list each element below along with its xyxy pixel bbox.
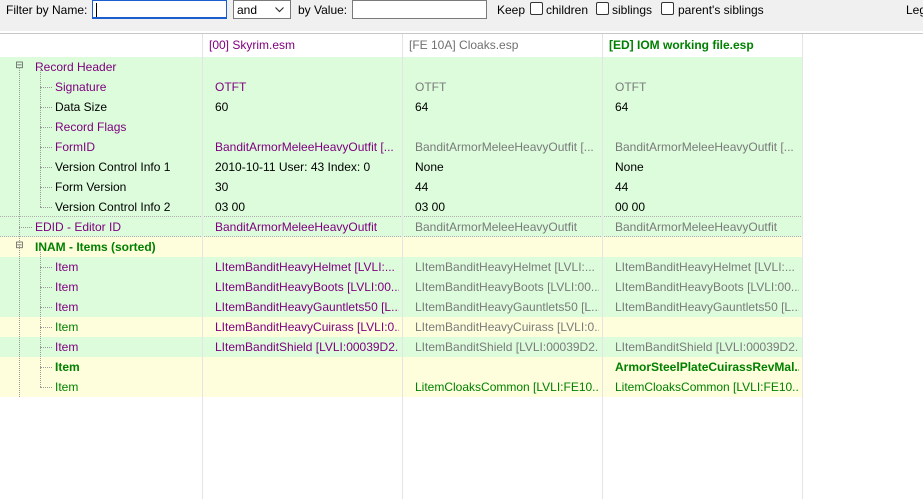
keep-parents-siblings-label[interactable]: parent's siblings bbox=[678, 2, 764, 18]
value-cell[interactable]: OTFT bbox=[615, 77, 799, 97]
value-cell[interactable]: LItemBanditHeavyBoots [LVLI:00... bbox=[615, 277, 799, 297]
tree-connector bbox=[40, 367, 52, 368]
tree-connector bbox=[40, 127, 52, 128]
value-cell[interactable]: LItemBanditHeavyGauntlets50 [L... bbox=[615, 297, 799, 317]
filter-operator-select[interactable]: and bbox=[233, 0, 291, 19]
tree-connector bbox=[40, 167, 52, 168]
value-cell[interactable]: OTFT bbox=[415, 77, 599, 97]
column-header-iom[interactable]: [ED] IOM working file.esp bbox=[609, 34, 754, 57]
chevron-down-icon bbox=[275, 7, 284, 13]
column-divider bbox=[202, 34, 203, 499]
row-label: Record Flags bbox=[55, 120, 127, 134]
tree-connector bbox=[19, 67, 20, 397]
value-cell[interactable]: LItemBanditHeavyCuirass [LVLI:0... bbox=[415, 317, 599, 337]
value-cell[interactable]: LItemBanditHeavyGauntlets50 [L... bbox=[215, 297, 399, 317]
tree-connector bbox=[40, 67, 41, 207]
value-cell[interactable]: 00 00 bbox=[615, 197, 799, 217]
keep-label: Keep bbox=[497, 3, 526, 17]
value-cell[interactable]: 60 bbox=[215, 97, 399, 117]
tree-connector bbox=[40, 147, 52, 148]
value-cell[interactable]: None bbox=[615, 157, 799, 177]
value-cell[interactable]: LItemBanditHeavyGauntlets50 [L... bbox=[415, 297, 599, 317]
value-cell[interactable]: LItemBanditHeavyHelmet [LVLI:... bbox=[415, 257, 599, 277]
value-cell[interactable]: 30 bbox=[215, 177, 399, 197]
legend-button-label[interactable]: Leg bbox=[906, 2, 923, 18]
value-cell[interactable]: BanditArmorMeleeHeavyOutfit bbox=[215, 217, 399, 237]
value-cell[interactable]: 03 00 bbox=[415, 197, 599, 217]
value-cell[interactable]: LItemBanditShield [LVLI:00039D2... bbox=[615, 337, 799, 357]
value-cell[interactable]: LItemBanditShield [LVLI:00039D2... bbox=[415, 337, 599, 357]
tree-connector bbox=[40, 187, 52, 188]
value-cell[interactable]: None bbox=[415, 157, 599, 177]
value-cell[interactable]: BanditArmorMeleeHeavyOutfit bbox=[415, 217, 599, 237]
row-label: EDID - Editor ID bbox=[35, 220, 122, 234]
filter-by-value-label: by Value: bbox=[298, 3, 348, 17]
value-cell[interactable]: BanditArmorMeleeHeavyOutfit [... bbox=[215, 137, 399, 157]
tree-connector bbox=[40, 327, 52, 328]
value-cell[interactable]: BanditArmorMeleeHeavyOutfit [... bbox=[615, 137, 799, 157]
record-view-grid[interactable]: [00] Skyrim.esm [FE 10A] Cloaks.esp [ED]… bbox=[0, 33, 923, 499]
tree-connector bbox=[40, 287, 52, 288]
value-cell[interactable]: OTFT bbox=[215, 77, 399, 97]
row-label: Item bbox=[55, 380, 79, 394]
keep-siblings-checkbox[interactable] bbox=[596, 2, 609, 15]
column-divider bbox=[802, 34, 803, 499]
keep-siblings-label[interactable]: siblings bbox=[612, 2, 652, 18]
value-cell[interactable]: LitemCloaksCommon [LVLI:FE10... bbox=[415, 377, 599, 397]
value-cell[interactable]: BanditArmorMeleeHeavyOutfit [... bbox=[415, 137, 599, 157]
tree-connector bbox=[40, 347, 52, 348]
column-header-cloaks[interactable]: [FE 10A] Cloaks.esp bbox=[409, 34, 518, 57]
tree-connector bbox=[40, 247, 41, 387]
tree-connector bbox=[40, 307, 52, 308]
value-cell[interactable]: LitemCloaksCommon [LVLI:FE10... bbox=[615, 377, 799, 397]
row-label: INAM - Items (sorted) bbox=[35, 240, 156, 254]
tree-connector bbox=[40, 267, 52, 268]
value-cell[interactable]: BanditArmorMeleeHeavyOutfit bbox=[615, 217, 799, 237]
value-cell[interactable]: LItemBanditShield [LVLI:00039D2... bbox=[215, 337, 399, 357]
tree-connector bbox=[40, 207, 52, 208]
value-cell[interactable]: 03 00 bbox=[215, 197, 399, 217]
value-cell[interactable]: 64 bbox=[415, 97, 599, 117]
tree-connector bbox=[19, 227, 32, 228]
row-label: Record Header bbox=[35, 60, 117, 74]
value-cell[interactable]: ArmorSteelPlateCuirassRevMal... bbox=[615, 357, 799, 377]
tree-connector bbox=[40, 107, 52, 108]
value-cell[interactable]: LItemBanditHeavyBoots [LVLI:00... bbox=[415, 277, 599, 297]
value-cell[interactable]: LItemBanditHeavyBoots [LVLI:00... bbox=[215, 277, 399, 297]
keep-children-label[interactable]: children bbox=[546, 2, 588, 18]
value-cell[interactable]: 44 bbox=[415, 177, 599, 197]
column-header-skyrim[interactable]: [00] Skyrim.esm bbox=[209, 34, 295, 57]
keep-parents-siblings-checkbox[interactable] bbox=[661, 2, 674, 15]
text-caret bbox=[96, 3, 97, 17]
value-cell[interactable]: 2010-10-11 User: 43 Index: 0 bbox=[215, 157, 399, 177]
filter-operator-value: and bbox=[237, 3, 258, 17]
filter-value-input[interactable] bbox=[352, 0, 487, 19]
column-divider bbox=[402, 34, 403, 499]
filter-name-input[interactable] bbox=[92, 0, 227, 19]
filter-by-name-label: Filter by Name: bbox=[6, 3, 88, 17]
value-cell[interactable]: LItemBanditHeavyHelmet [LVLI:... bbox=[615, 257, 799, 277]
column-divider bbox=[602, 34, 603, 499]
value-cell[interactable]: LItemBanditHeavyCuirass [LVLI:0... bbox=[215, 317, 399, 337]
value-cell[interactable]: 44 bbox=[615, 177, 799, 197]
tree-connector bbox=[40, 87, 52, 88]
tree-connector bbox=[40, 387, 52, 388]
value-cell[interactable]: LItemBanditHeavyHelmet [LVLI:... bbox=[215, 257, 399, 277]
filter-bar: Filter by Name: and by Value: Keep child… bbox=[0, 0, 923, 31]
value-cell[interactable] bbox=[615, 317, 799, 337]
value-cell[interactable]: 64 bbox=[615, 97, 799, 117]
keep-children-checkbox[interactable] bbox=[530, 2, 543, 15]
row-label: Item bbox=[55, 360, 80, 374]
